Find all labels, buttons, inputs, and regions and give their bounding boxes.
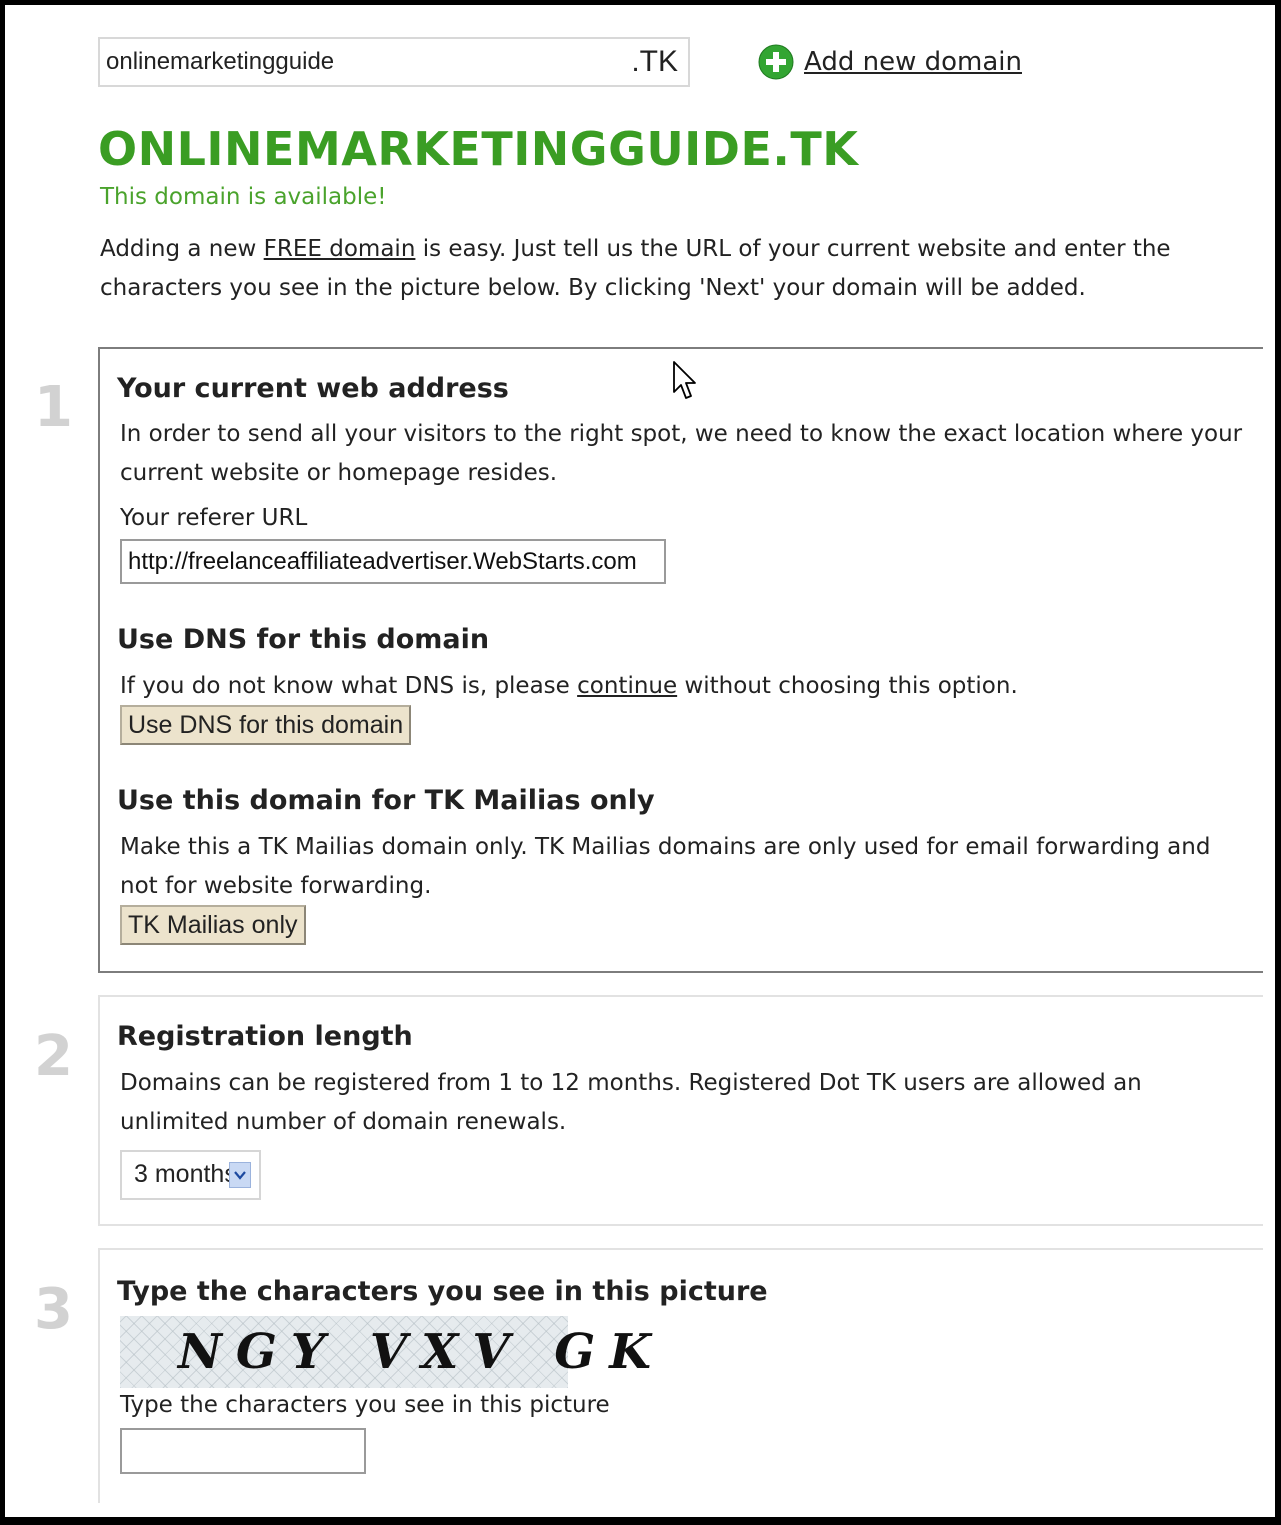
referer-url-input[interactable] [120, 539, 666, 584]
captcha-heading: Type the characters you see in this pict… [117, 1276, 768, 1307]
mailias-description: Make this a TK Mailias domain only. TK M… [120, 834, 1211, 899]
use-dns-button[interactable]: Use DNS for this domain [120, 705, 412, 745]
web-address-description: In order to send all your visitors to th… [120, 421, 1243, 486]
page-title: ONLINEMARKETINGGUIDE.TK [98, 122, 859, 176]
continue-link[interactable]: continue [577, 673, 677, 699]
captcha-input[interactable] [120, 1428, 366, 1474]
intro-text: Adding a new FREE domain is easy. Just t… [100, 230, 1250, 308]
dns-text-start: If you do not know what DNS is, please [120, 673, 578, 699]
step-number-2: 2 [34, 1024, 73, 1089]
registration-length-description: Domains can be registered from 1 to 12 m… [120, 1070, 1142, 1135]
selected-length: 3 months [134, 1160, 237, 1188]
web-address-heading: Your current web address [117, 373, 509, 404]
tld-suffix: .TK [631, 45, 678, 78]
dns-text-end: without choosing this option. [677, 673, 1018, 699]
referer-url-label: Your referer URL [120, 505, 308, 531]
captcha-text: NGY VXV GK [178, 1324, 665, 1380]
step-3-section: Type the characters you see in this pict… [98, 1248, 1263, 1503]
step-2-section: Registration length Domains can be regis… [98, 995, 1263, 1226]
registration-length-select[interactable]: 3 months [120, 1150, 261, 1200]
availability-status: This domain is available! [100, 184, 387, 210]
registration-length-heading: Registration length [117, 1021, 413, 1052]
add-new-domain-button[interactable]: Add new domain [758, 40, 1022, 84]
domain-search-box: .TK [98, 37, 690, 87]
dns-heading: Use DNS for this domain [117, 624, 490, 655]
free-domain-link[interactable]: FREE domain [264, 236, 416, 262]
step-1-section: Your current web address In order to sen… [98, 347, 1263, 973]
mouse-cursor-icon [673, 361, 696, 399]
chevron-down-icon[interactable] [229, 1162, 251, 1188]
captcha-image: NGY VXV GK [120, 1316, 651, 1388]
step-number-1: 1 [34, 375, 73, 440]
mailias-heading: Use this domain for TK Mailias only [117, 785, 655, 816]
captcha-input-label: Type the characters you see in this pict… [120, 1392, 610, 1418]
domain-input[interactable] [106, 47, 626, 77]
plus-circle-icon [758, 44, 794, 80]
intro-text-start: Adding a new [100, 236, 264, 262]
tk-mailias-button[interactable]: TK Mailias only [120, 905, 306, 945]
step-number-3: 3 [34, 1277, 73, 1342]
dns-description: If you do not know what DNS is, please c… [120, 667, 1245, 706]
add-new-domain-link[interactable]: Add new domain [804, 47, 1022, 77]
